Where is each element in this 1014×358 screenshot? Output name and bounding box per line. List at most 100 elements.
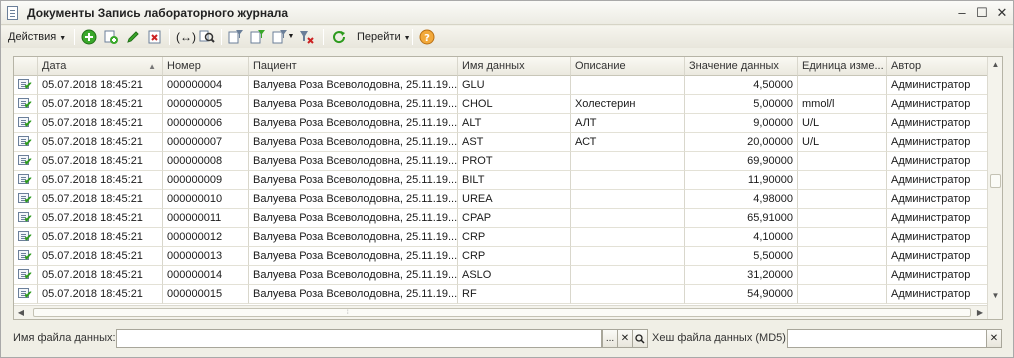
cell-date: 05.07.2018 18:45:21 [38, 266, 163, 285]
header-unit[interactable]: Единица изме... [798, 57, 887, 76]
cell-number: 000000011 [163, 209, 249, 228]
scroll-down-icon[interactable]: ▼ [988, 288, 1002, 303]
select-file-button[interactable]: ... [602, 329, 618, 348]
filter-menu-icon[interactable] [272, 29, 288, 45]
cell-number: 000000014 [163, 266, 249, 285]
hash-field[interactable] [787, 329, 987, 348]
table-row[interactable]: ✔ 05.07.2018 18:45:21 000000014 Валуева Роз… [14, 266, 987, 285]
cell-patient: Валуева Роза Всеволодовна, 25.11.19... [249, 152, 458, 171]
scroll-grip-icon: ⁞ [347, 310, 349, 316]
header-author[interactable]: Автор [887, 57, 987, 76]
cell-author: Администратор [887, 152, 987, 171]
vertical-scrollbar[interactable]: ▲ ▼ [987, 57, 1002, 319]
cell-value: 11,90000 [685, 171, 798, 190]
row-status-cell: ✔ [14, 133, 38, 152]
table-row[interactable]: ✔ 05.07.2018 18:45:21 000000004 Валуева Роз… [14, 76, 987, 95]
actions-menu[interactable]: Действия ▼ [8, 28, 66, 46]
refresh-icon[interactable] [331, 29, 347, 45]
cell-date: 05.07.2018 18:45:21 [38, 247, 163, 266]
actions-label: Действия [8, 31, 57, 43]
cell-author: Администратор [887, 76, 987, 95]
edit-pencil-icon[interactable] [125, 29, 141, 45]
cell-number: 000000012 [163, 228, 249, 247]
cell-unit: U/L [798, 114, 887, 133]
close-button[interactable]: ✕ [993, 4, 1011, 22]
header-data-name-label: Имя данных [462, 60, 525, 72]
table-row[interactable]: ✔ 05.07.2018 18:45:21 000000013 Валуева Роз… [14, 247, 987, 266]
cell-data-name: ALT [458, 114, 571, 133]
header-description[interactable]: Описание [571, 57, 685, 76]
header-number[interactable]: Номер [163, 57, 249, 76]
maximize-button[interactable]: ☐ [973, 4, 991, 22]
posted-document-icon: ✔ [18, 231, 32, 244]
document-icon [7, 6, 18, 20]
cell-number: 000000008 [163, 152, 249, 171]
cell-patient: Валуева Роза Всеволодовна, 25.11.19... [249, 171, 458, 190]
header-patient[interactable]: Пациент [249, 57, 458, 76]
scroll-left-icon[interactable]: ◀ [14, 306, 28, 319]
header-data-name[interactable]: Имя данных [458, 57, 571, 76]
interval-icon[interactable]: (↔) [176, 29, 196, 45]
data-file-field[interactable] [116, 329, 602, 348]
minimize-button[interactable]: – [953, 4, 971, 22]
horizontal-scroll-thumb[interactable]: ⁞ [33, 308, 971, 317]
scroll-up-icon[interactable]: ▲ [988, 57, 1002, 72]
cell-data-name: CHOL [458, 95, 571, 114]
dropdown-arrow-icon[interactable]: ▼ [287, 29, 295, 45]
clear-file-icon[interactable]: ✕ [617, 329, 633, 348]
cell-value: 69,90000 [685, 152, 798, 171]
row-status-cell: ✔ [14, 190, 38, 209]
cell-number: 000000015 [163, 285, 249, 304]
cell-unit [798, 171, 887, 190]
cell-description: АЛТ [571, 114, 685, 133]
table-row[interactable]: ✔ 05.07.2018 18:45:21 000000015 Валуева Роз… [14, 285, 987, 304]
cell-author: Администратор [887, 190, 987, 209]
clear-hash-icon[interactable]: ✕ [986, 329, 1002, 348]
records-table: Дата ▲ Номер Пациент Имя данных Описание… [13, 56, 1003, 320]
header-date[interactable]: Дата ▲ [38, 57, 163, 76]
goto-menu[interactable]: Перейти ▼ [357, 28, 411, 46]
find-icon[interactable] [199, 29, 215, 45]
cell-data-name: CRP [458, 247, 571, 266]
table-row[interactable]: ✔ 05.07.2018 18:45:21 000000008 Валуева Роз… [14, 152, 987, 171]
cell-data-name: CPAP [458, 209, 571, 228]
data-file-label: Имя файла данных: [13, 332, 116, 344]
help-icon[interactable]: ? [419, 29, 435, 45]
table-row[interactable]: ✔ 05.07.2018 18:45:21 000000011 Валуева Роз… [14, 209, 987, 228]
cell-date: 05.07.2018 18:45:21 [38, 95, 163, 114]
cell-unit: U/L [798, 133, 887, 152]
cell-date: 05.07.2018 18:45:21 [38, 190, 163, 209]
cell-unit [798, 285, 887, 304]
cell-number: 000000010 [163, 190, 249, 209]
clear-filter-icon[interactable] [299, 29, 315, 45]
footer-panel: Имя файла данных: ... ✕ Хеш файла данных… [1, 326, 1013, 352]
filter-value-icon[interactable] [250, 29, 266, 45]
table-row[interactable]: ✔ 05.07.2018 18:45:21 000000009 Валуева Роз… [14, 171, 987, 190]
horizontal-scrollbar[interactable]: ◀ ⁞ ▶ [14, 305, 987, 319]
cell-author: Администратор [887, 247, 987, 266]
table-row[interactable]: ✔ 05.07.2018 18:45:21 000000007 Валуева Роз… [14, 133, 987, 152]
table-row[interactable]: ✔ 05.07.2018 18:45:21 000000012 Валуева Роз… [14, 228, 987, 247]
row-status-cell: ✔ [14, 247, 38, 266]
header-date-label: Дата [42, 60, 67, 72]
cell-value: 5,00000 [685, 95, 798, 114]
scroll-right-icon[interactable]: ▶ [973, 306, 987, 319]
filter-list-icon[interactable] [228, 29, 244, 45]
posted-document-icon: ✔ [18, 174, 32, 187]
cell-description: АСТ [571, 133, 685, 152]
cell-description [571, 76, 685, 95]
open-file-icon[interactable] [632, 329, 648, 348]
copy-icon[interactable] [103, 29, 119, 45]
table-row[interactable]: ✔ 05.07.2018 18:45:21 000000010 Валуева Роз… [14, 190, 987, 209]
cell-unit [798, 209, 887, 228]
delete-icon[interactable] [147, 29, 163, 45]
cell-patient: Валуева Роза Всеволодовна, 25.11.19... [249, 247, 458, 266]
table-row[interactable]: ✔ 05.07.2018 18:45:21 000000006 Валуева Роз… [14, 114, 987, 133]
add-icon[interactable] [81, 29, 97, 45]
header-value-label: Значение данных [689, 60, 779, 72]
vertical-scroll-thumb[interactable] [990, 174, 1001, 188]
cell-date: 05.07.2018 18:45:21 [38, 76, 163, 95]
hash-label: Хеш файла данных (MD5): [652, 332, 789, 344]
header-value[interactable]: Значение данных [685, 57, 798, 76]
table-row[interactable]: ✔ 05.07.2018 18:45:21 000000005 Валуева Роз… [14, 95, 987, 114]
